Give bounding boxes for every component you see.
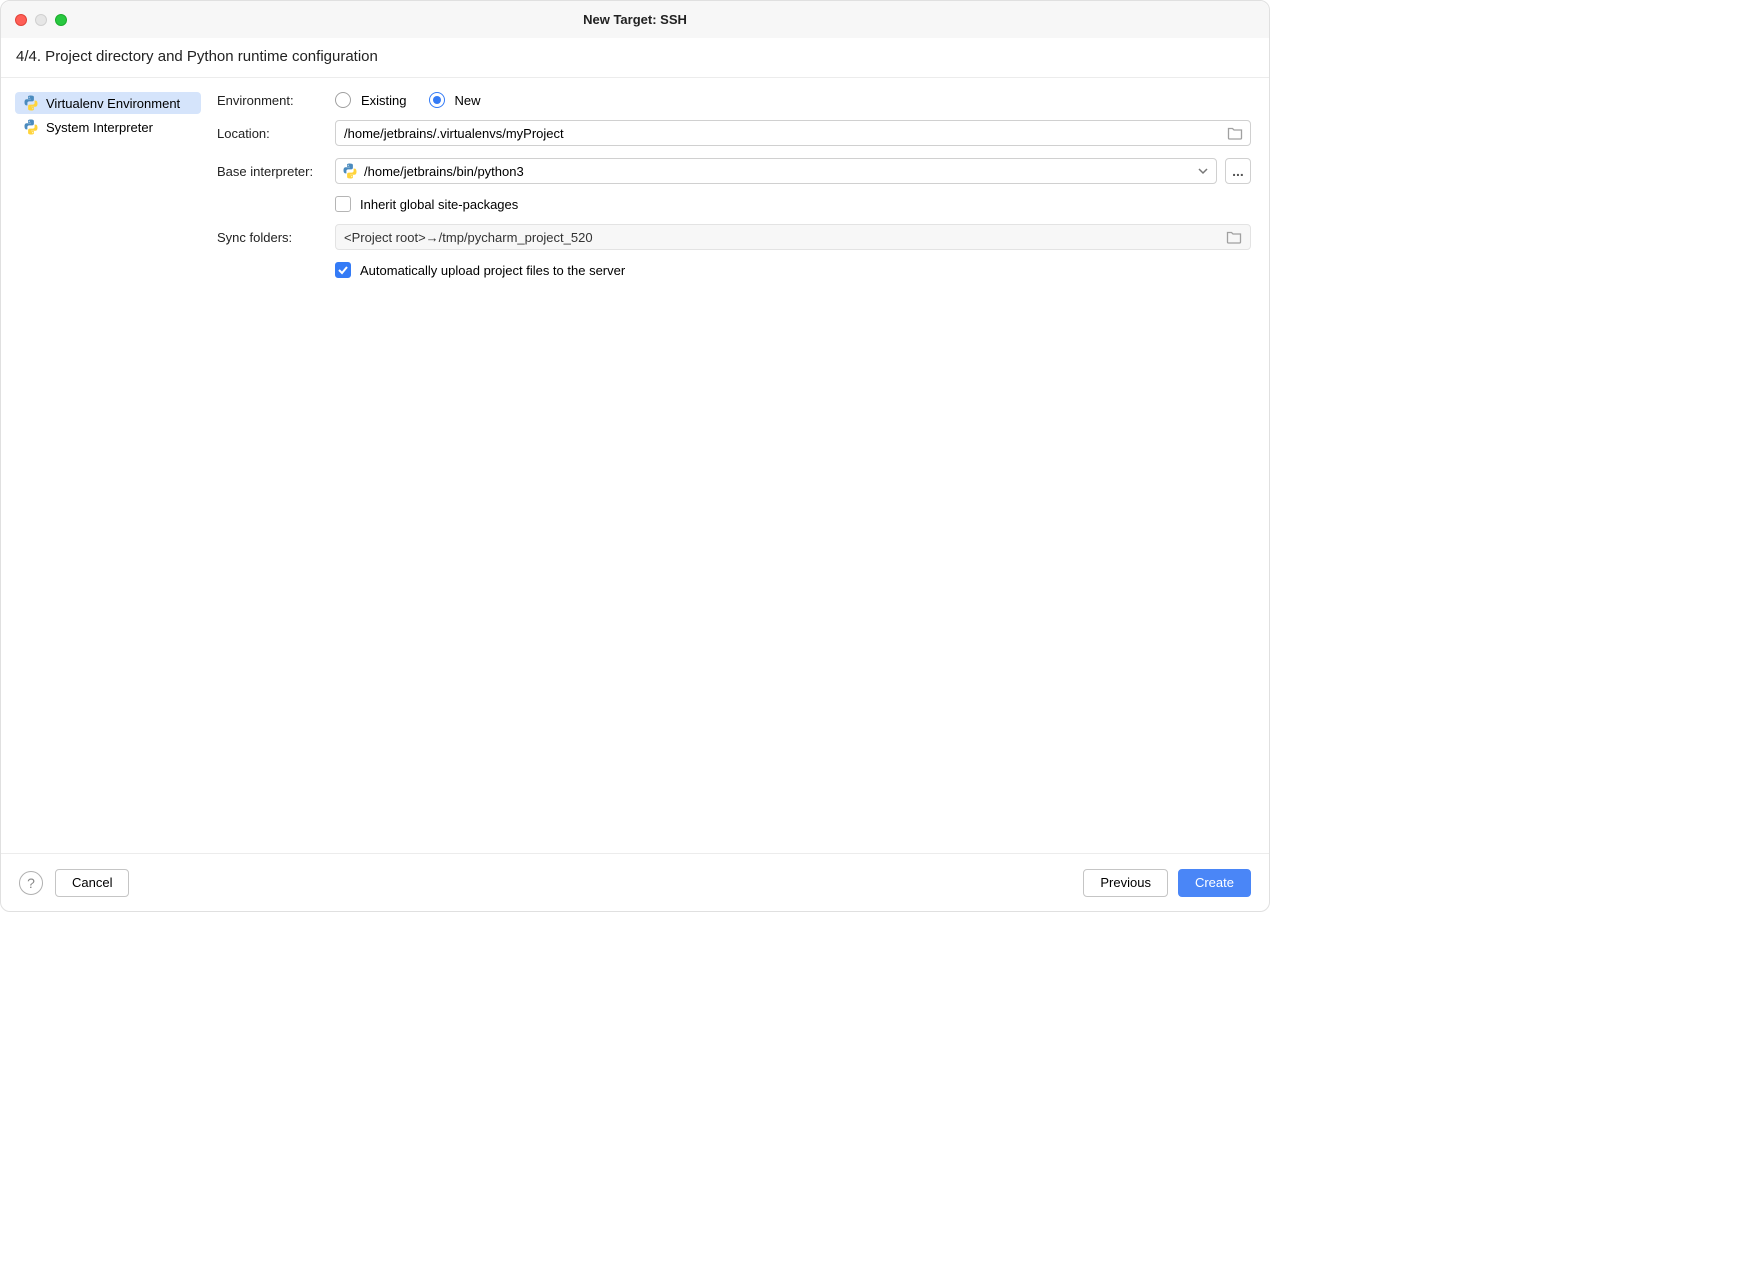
folder-icon[interactable] [1226,230,1242,244]
sync-folders-wrap: <Project root>→/tmp/pycharm_project_520 [335,224,1251,250]
location-input[interactable] [335,120,1251,146]
sync-folders-label: Sync folders: [217,230,335,245]
radio-new-label: New [455,93,481,108]
sidebar: Virtualenv Environment System Interprete… [1,78,211,851]
window-title: New Target: SSH [1,12,1269,27]
base-interpreter-select[interactable]: /home/jetbrains/bin/python3 [335,158,1217,184]
auto-upload-row: Automatically upload project files to th… [335,262,1251,278]
titlebar: New Target: SSH [1,1,1269,38]
content-panel: Environment: Existing New Location: Base… [211,78,1269,851]
chevron-down-icon [1198,166,1208,176]
footer: ? Cancel Previous Create [1,853,1269,911]
inherit-global-label: Inherit global site-packages [360,197,518,212]
python-icon [23,119,39,135]
base-interpreter-label: Base interpreter: [217,164,335,179]
environment-label: Environment: [217,93,335,108]
location-input-wrap [335,120,1251,146]
radio-existing[interactable] [335,92,351,108]
location-row: Location: [217,120,1251,146]
auto-upload-checkbox[interactable] [335,262,351,278]
radio-new[interactable] [429,92,445,108]
main-area: Virtualenv Environment System Interprete… [1,78,1269,851]
sidebar-item-label: System Interpreter [46,120,153,135]
step-heading: 4/4. Project directory and Python runtim… [1,38,1269,78]
python-icon [342,163,358,179]
folder-icon[interactable] [1227,126,1243,140]
auto-upload-label: Automatically upload project files to th… [360,263,625,278]
location-label: Location: [217,126,335,141]
sync-folders-field[interactable]: <Project root>→/tmp/pycharm_project_520 [335,224,1251,250]
base-interpreter-value: /home/jetbrains/bin/python3 [364,164,524,179]
sync-folders-value: <Project root>→/tmp/pycharm_project_520 [344,230,593,245]
environment-radio-group: Existing New [335,92,497,108]
create-button[interactable]: Create [1178,869,1251,897]
sidebar-item-system-interpreter[interactable]: System Interpreter [15,116,201,138]
radio-existing-label: Existing [361,93,407,108]
previous-button[interactable]: Previous [1083,869,1168,897]
inherit-checkbox-row: Inherit global site-packages [335,196,1251,212]
inherit-global-checkbox[interactable] [335,196,351,212]
browse-interpreter-button[interactable]: ... [1225,158,1251,184]
sidebar-item-virtualenv[interactable]: Virtualenv Environment [15,92,201,114]
sync-folders-row: Sync folders: <Project root>→/tmp/pychar… [217,224,1251,250]
base-interpreter-row: Base interpreter: /home/jetbrains/bin/py… [217,158,1251,184]
cancel-button[interactable]: Cancel [55,869,129,897]
help-button[interactable]: ? [19,871,43,895]
environment-row: Environment: Existing New [217,92,1251,108]
python-icon [23,95,39,111]
sidebar-item-label: Virtualenv Environment [46,96,180,111]
